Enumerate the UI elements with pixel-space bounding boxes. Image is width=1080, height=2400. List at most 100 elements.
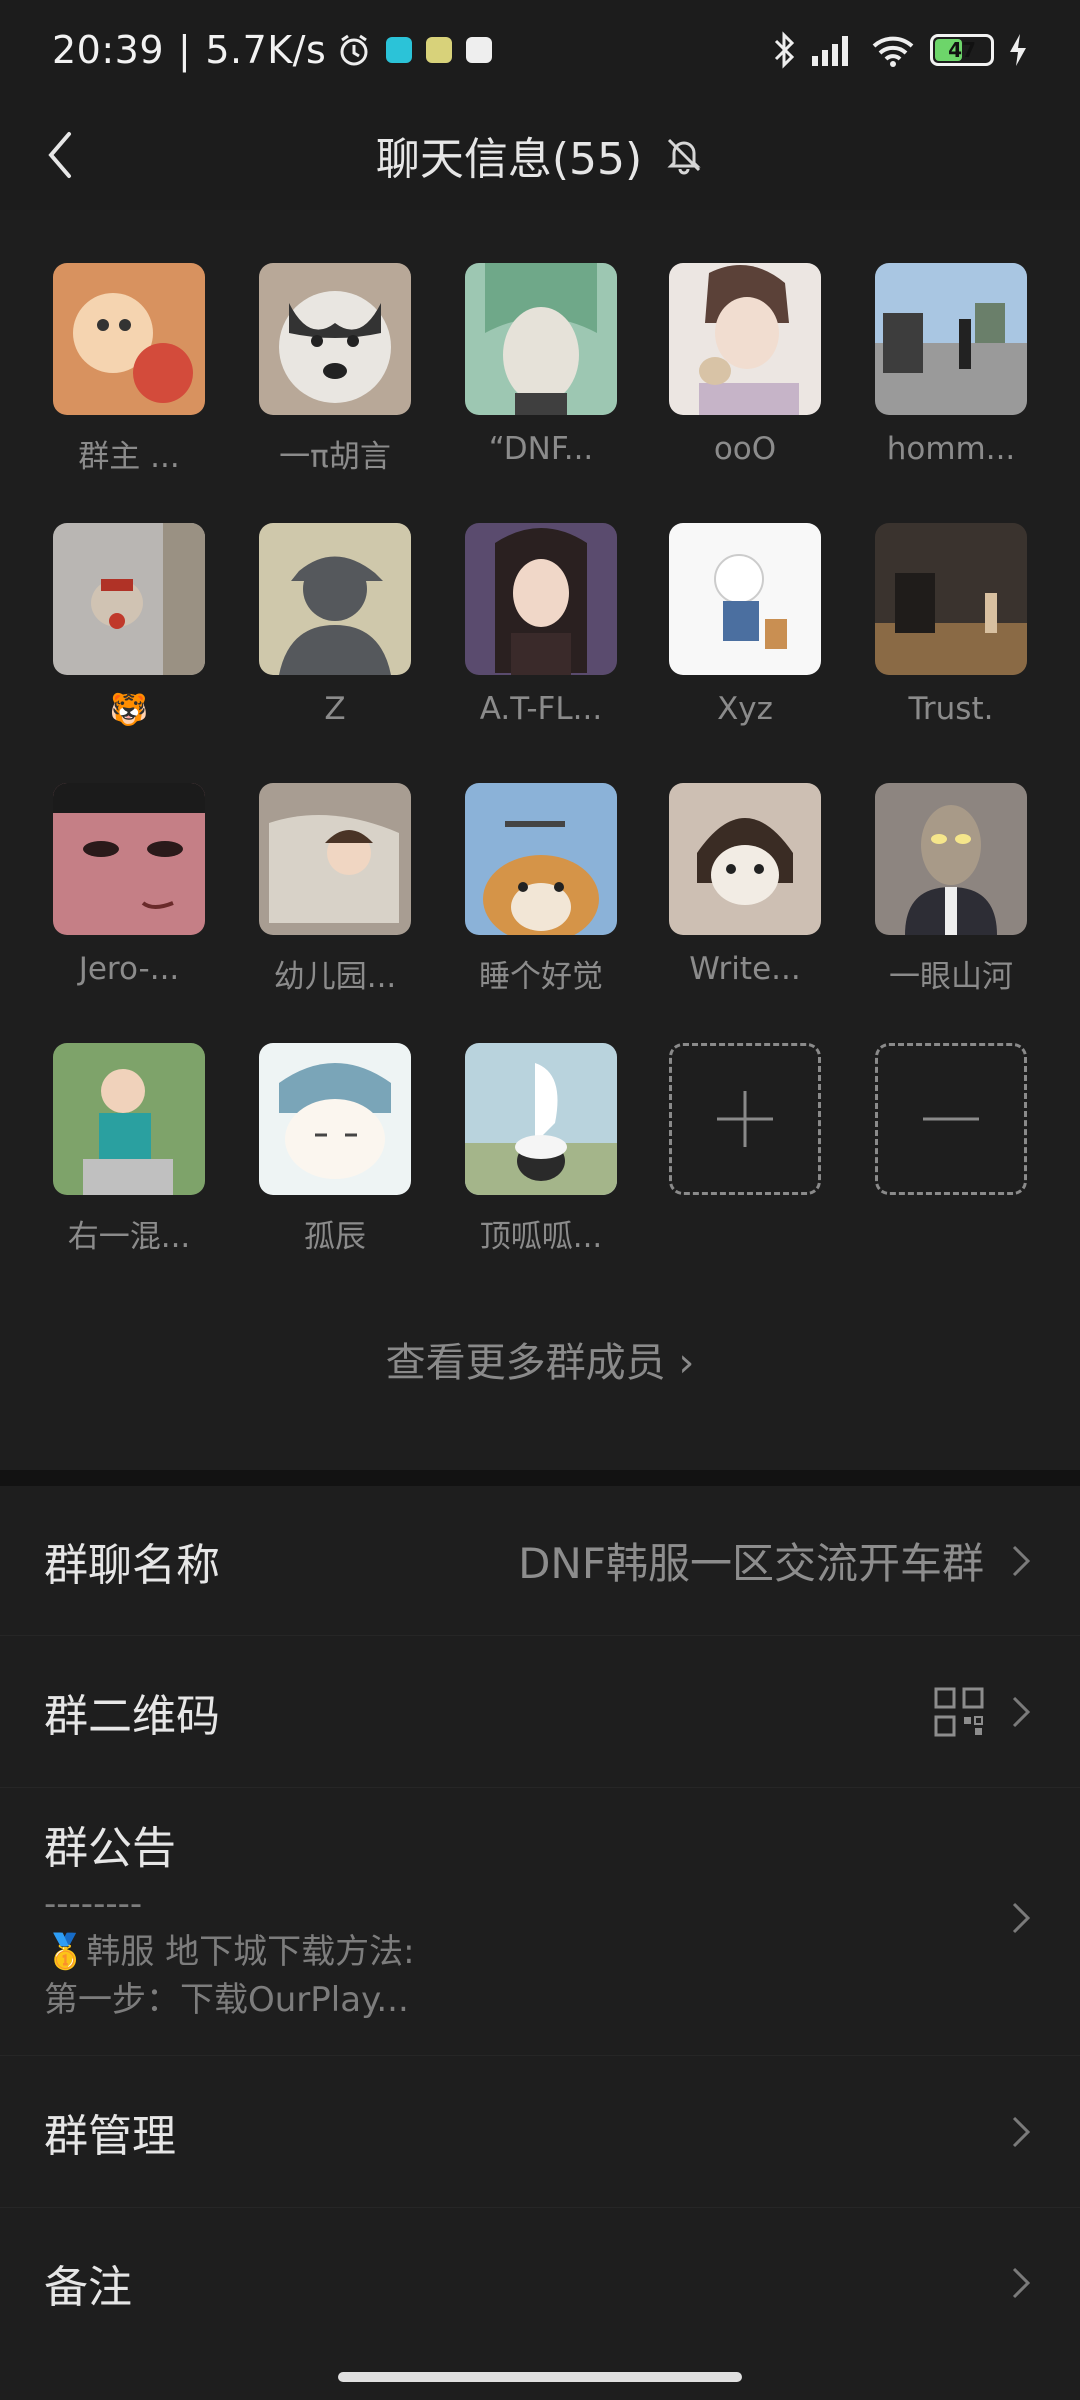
member-item[interactable]: Write... (669, 783, 821, 987)
avatar (465, 523, 617, 675)
member-name: Jero-... (78, 951, 180, 987)
member-item[interactable]: 🐯 (53, 523, 205, 728)
remark-label: 备注 (44, 2262, 132, 2313)
view-more-members-link[interactable]: 查看更多群成员 › (0, 1330, 1080, 1388)
chevron-right-icon (1012, 2267, 1031, 2299)
mute-bell-icon (667, 138, 701, 175)
avatar (669, 263, 821, 415)
member-name: 孤辰 (304, 1219, 366, 1255)
chevron-right-icon (1012, 1902, 1031, 1934)
avatar (53, 523, 205, 675)
member-item[interactable]: Jero-... (53, 783, 205, 987)
member-name: 幼儿园... (273, 959, 397, 995)
network-speed: 5.7K/s (205, 28, 327, 72)
member-name: 🐯 (109, 692, 149, 728)
notification-icons (336, 32, 493, 68)
section-divider (0, 1470, 1080, 1486)
group-announcement-label: 群公告 (44, 1823, 176, 1874)
member-name: A.T-FL... (479, 691, 603, 727)
avatar (259, 1043, 411, 1195)
status-right: 47 (772, 31, 1028, 69)
announcement-line: 第一步：下载OurPlay... (44, 1980, 409, 2020)
member-item[interactable]: A.T-FL... (465, 523, 617, 727)
member-name: Trust. (908, 691, 994, 727)
status-time: 20:39 (52, 28, 165, 72)
avatar (465, 783, 617, 935)
chevron-left-icon (48, 132, 71, 178)
status-bar: 20:39 | 5.7K/s 47 (0, 0, 1080, 100)
member-item[interactable]: 幼儿园... (259, 783, 411, 996)
qr-code-icon (934, 1687, 984, 1736)
avatar (465, 263, 617, 415)
group-name-value: DNF韩服一区交流开车群 (518, 1539, 984, 1588)
remark-row[interactable]: 备注 (0, 2208, 1080, 2358)
member-item[interactable]: Trust. (875, 523, 1027, 727)
member-item[interactable]: Xyz (669, 523, 821, 727)
member-item[interactable]: 一π胡言 (259, 263, 411, 476)
avatar (259, 523, 411, 675)
member-item[interactable]: 孤辰 (259, 1043, 411, 1256)
app-notification-icon (466, 37, 493, 63)
member-name: Z (324, 691, 346, 727)
member-name: 右一混... (67, 1219, 191, 1255)
member-item[interactable]: homm... (875, 263, 1027, 467)
announcement-text: -------- 🥇韩服 地下城下载方法: 第一步：下载OurPlay... (44, 1880, 415, 2024)
minus-icon (923, 1117, 979, 1121)
member-item[interactable]: “DNF... (465, 263, 617, 467)
add-member-button[interactable] (669, 1043, 821, 1195)
remove-member-button[interactable] (875, 1043, 1027, 1195)
group-manage-row[interactable]: 群管理 (0, 2056, 1080, 2208)
member-item[interactable]: 睡个好觉 (465, 783, 617, 996)
avatar (259, 783, 411, 935)
avatar (465, 1043, 617, 1195)
avatar (53, 1043, 205, 1195)
members-grid: 群主 ... 一π胡言 “DNF... ooO homm... 🐯 Z A.T-… (0, 210, 1080, 1470)
plus-icon (717, 1091, 773, 1147)
member-item[interactable]: 一眼山河 (875, 783, 1027, 996)
announcement-line: -------- (44, 1884, 143, 1924)
bluetooth-icon (774, 31, 795, 69)
member-item[interactable]: Z (259, 523, 411, 727)
app-notification-icon (386, 37, 413, 63)
member-name: Xyz (717, 691, 773, 727)
chevron-right-icon (1012, 2116, 1031, 2147)
charging-icon (1010, 34, 1026, 66)
member-name: “DNF... (488, 431, 594, 467)
member-name: 一眼山河 (889, 959, 1013, 995)
battery-level: 47 (948, 38, 976, 62)
group-name-row[interactable]: 群聊名称 DNF韩服一区交流开车群 (0, 1486, 1080, 1636)
member-item[interactable]: 顶呱呱... (465, 1043, 617, 1256)
member-item[interactable]: 右一混... (53, 1043, 205, 1256)
member-name: 一π胡言 (279, 439, 391, 475)
avatar (53, 263, 205, 415)
chevron-right-icon (1012, 1696, 1031, 1727)
remove-member-box[interactable] (875, 1043, 1027, 1195)
member-item[interactable]: 群主 ... (53, 263, 205, 476)
avatar (875, 783, 1027, 935)
group-qr-label: 群二维码 (44, 1690, 220, 1742)
settings-list: 群聊名称 DNF韩服一区交流开车群 群二维码 群公告 -------- 🥇韩服 … (0, 1486, 1080, 2400)
back-button[interactable] (30, 125, 90, 185)
member-name: ooO (713, 431, 777, 467)
member-name: 睡个好觉 (479, 959, 603, 995)
member-name: Write... (689, 951, 801, 987)
group-announcement-row[interactable]: 群公告 -------- 🥇韩服 地下城下载方法: 第一步：下载OurPlay.… (0, 1788, 1080, 2056)
avatar (53, 783, 205, 935)
avatar (875, 523, 1027, 675)
member-name: homm... (886, 431, 1016, 467)
status-divider: | (178, 28, 192, 72)
member-item[interactable]: ooO (669, 263, 821, 467)
chevron-right-icon (1012, 1545, 1031, 1576)
avatar (259, 263, 411, 415)
app-notification-icon (426, 37, 453, 63)
avatar (669, 523, 821, 675)
home-indicator[interactable] (338, 2372, 742, 2382)
page-title: 聊天信息(55) (375, 134, 643, 185)
avatar (669, 783, 821, 935)
add-member-box[interactable] (669, 1043, 821, 1195)
group-qr-row[interactable]: 群二维码 (0, 1636, 1080, 1788)
avatar (875, 263, 1027, 415)
battery-icon: 47 (930, 34, 994, 66)
member-name: 群主 ... (78, 439, 180, 475)
group-manage-label: 群管理 (44, 2110, 176, 2162)
